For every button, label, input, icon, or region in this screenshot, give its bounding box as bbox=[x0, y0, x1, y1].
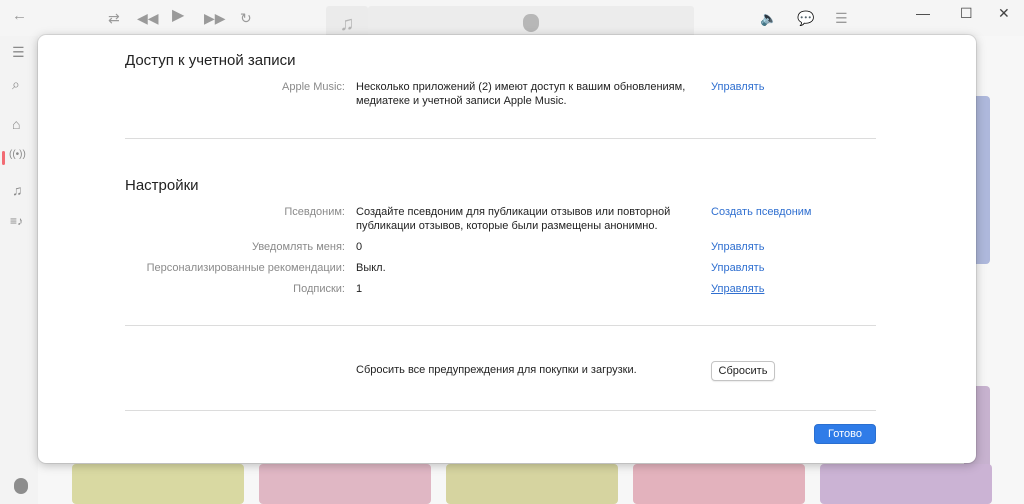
recommendations-value: Выкл. bbox=[356, 262, 386, 274]
queue-list-icon[interactable]: ☰ bbox=[835, 10, 848, 26]
apple-logo-icon bbox=[523, 14, 539, 32]
divider bbox=[125, 410, 876, 411]
avatar[interactable] bbox=[14, 478, 28, 494]
notify-me-value: 0 bbox=[356, 241, 363, 253]
play-icon[interactable]: ▶ bbox=[172, 8, 184, 24]
menu-icon[interactable]: ☰ bbox=[12, 44, 25, 61]
player-toolbar: ← ⇄ ◀◀ ▶ ▶▶ ↻ ♫ 🔈 💬 ☰ — ☐ ✕ bbox=[0, 0, 1024, 42]
apple-music-label: Apple Music: bbox=[282, 81, 345, 93]
manage-subscriptions-link[interactable]: Управлять bbox=[711, 282, 764, 296]
library-icon[interactable]: ♫ bbox=[12, 182, 23, 198]
back-arrow-icon[interactable]: ← bbox=[12, 8, 27, 24]
manage-notifications-link[interactable]: Управлять bbox=[711, 240, 764, 254]
shuffle-icon[interactable]: ⇄ bbox=[108, 10, 120, 26]
recommendations-label: Персонализированные рекомендации: bbox=[146, 262, 345, 274]
reset-warnings-text: Сбросить все предупреждения для покупки … bbox=[356, 364, 637, 376]
lyrics-icon[interactable]: 💬 bbox=[797, 10, 814, 26]
search-icon[interactable]: ⌕ bbox=[12, 76, 20, 93]
repeat-icon[interactable]: ↻ bbox=[240, 10, 252, 26]
radio-icon[interactable]: ((•)) bbox=[9, 149, 26, 160]
nickname-value: Создайте псевдоним для публикации отзыво… bbox=[356, 206, 671, 232]
manage-recommendations-link[interactable]: Управлять bbox=[711, 261, 764, 275]
playlist-icon[interactable]: ≡♪ bbox=[10, 214, 23, 228]
album-tile[interactable] bbox=[820, 464, 992, 504]
reset-button[interactable]: Сбросить bbox=[711, 361, 775, 381]
notify-me-label: Уведомлять меня: bbox=[251, 241, 345, 253]
sidebar: ☰ ⌕ ⌂ ((•)) ♫ ≡♪ bbox=[0, 36, 38, 504]
music-note-icon: ♫ bbox=[339, 13, 355, 35]
home-icon[interactable]: ⌂ bbox=[12, 116, 20, 132]
settings-title: Настройки bbox=[125, 177, 199, 194]
subscriptions-label: Подписки: bbox=[293, 283, 345, 295]
manage-apple-music-link[interactable]: Управлять bbox=[711, 80, 764, 94]
account-settings-dialog: Доступ к учетной записи Apple Music: Нес… bbox=[38, 35, 976, 463]
done-button[interactable]: Готово bbox=[814, 424, 876, 444]
album-tile[interactable] bbox=[72, 464, 244, 504]
close-window-button[interactable]: ✕ bbox=[998, 5, 1010, 22]
apple-music-value: Несколько приложений (2) имеют доступ к … bbox=[356, 81, 686, 107]
minimize-button[interactable]: — bbox=[916, 5, 930, 21]
album-tile[interactable] bbox=[446, 464, 618, 504]
maximize-button[interactable]: ☐ bbox=[960, 5, 973, 22]
rewind-icon[interactable]: ◀◀ bbox=[137, 10, 159, 26]
fast-forward-icon[interactable]: ▶▶ bbox=[204, 10, 226, 26]
active-indicator bbox=[2, 151, 5, 165]
nickname-label: Псевдоним: bbox=[284, 206, 345, 218]
create-nickname-link[interactable]: Создать псевдоним bbox=[711, 205, 811, 219]
speaker-icon[interactable]: 🔈 bbox=[760, 10, 777, 26]
account-access-title: Доступ к учетной записи bbox=[125, 52, 296, 69]
divider bbox=[125, 138, 876, 139]
subscriptions-value: 1 bbox=[356, 283, 363, 295]
album-tile[interactable] bbox=[259, 464, 431, 504]
album-tile[interactable] bbox=[633, 464, 805, 504]
divider bbox=[125, 325, 876, 326]
